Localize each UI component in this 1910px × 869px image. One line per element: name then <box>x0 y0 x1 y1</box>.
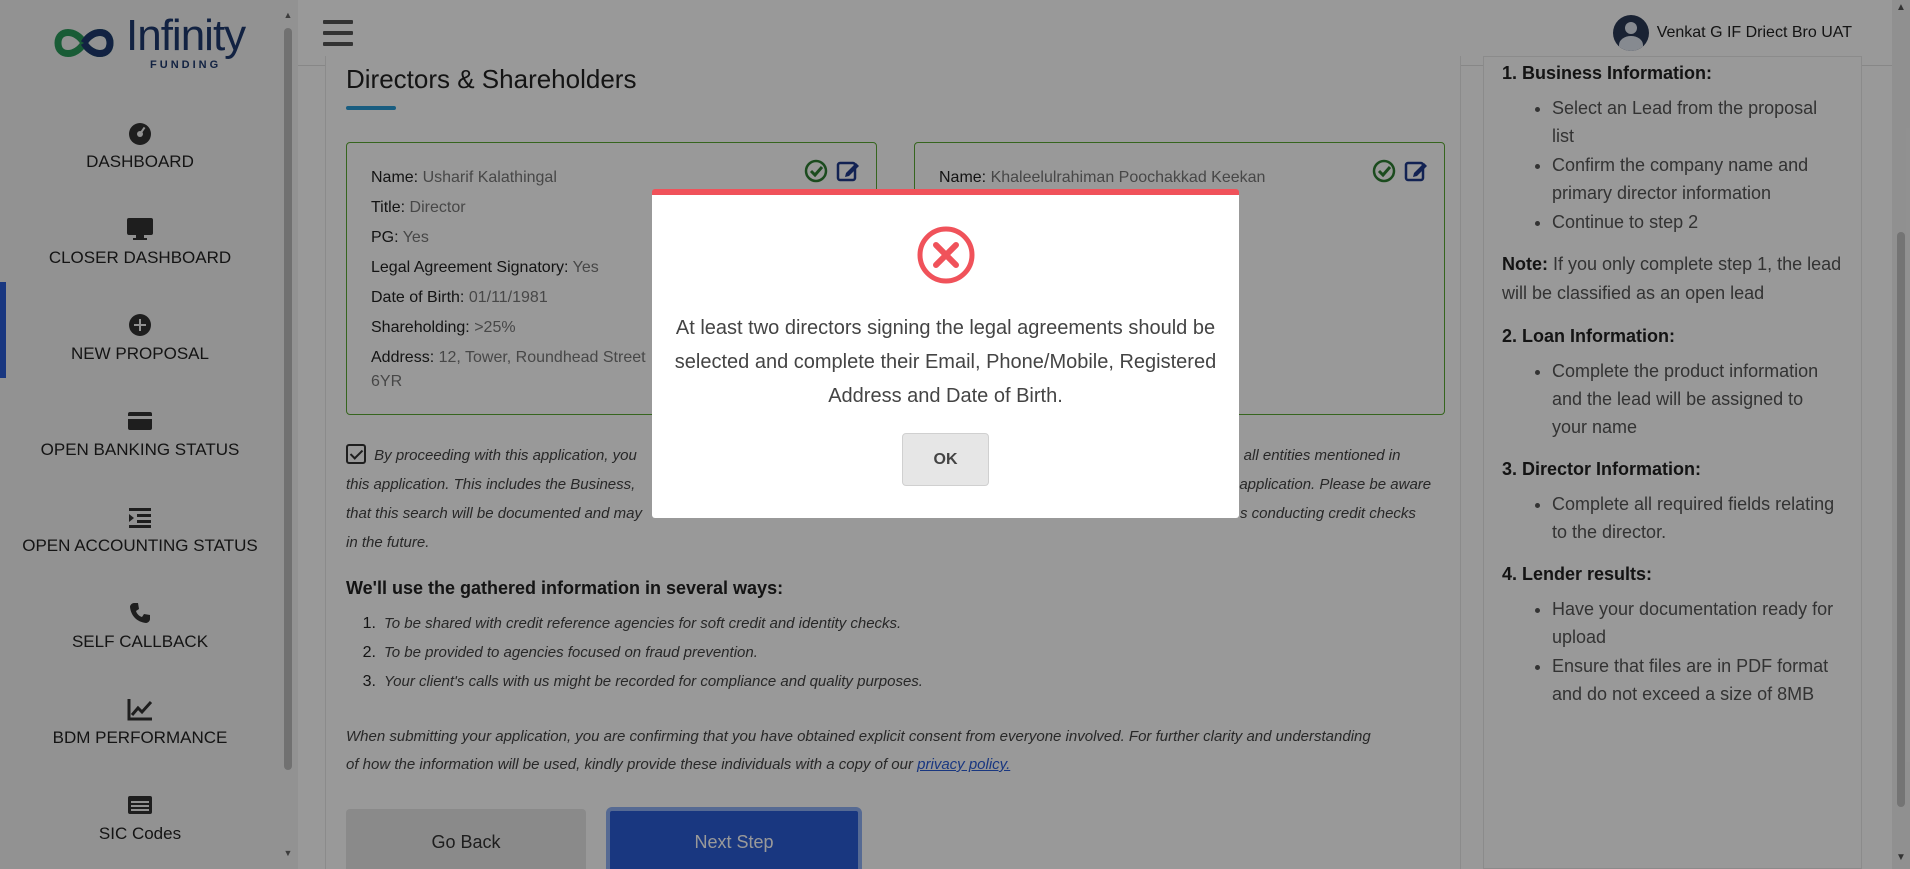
error-x-circle-icon <box>917 226 975 284</box>
dialog-message: At least two directors signing the legal… <box>674 317 1217 407</box>
error-dialog: At least two directors signing the legal… <box>652 189 1239 518</box>
ok-button[interactable]: OK <box>902 433 989 486</box>
